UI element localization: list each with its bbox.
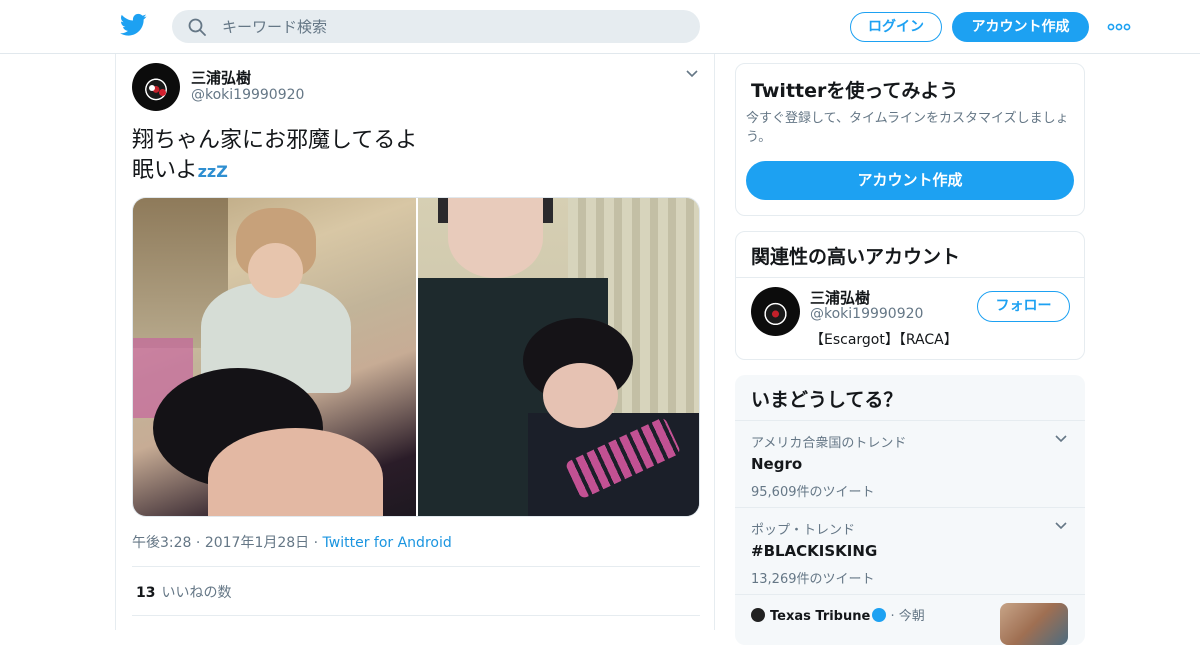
news-source-icon [751,608,765,622]
news-time: 今朝 [898,609,925,624]
separator-dot: · [195,535,205,551]
face-shape [448,198,543,278]
create-account-button[interactable]: アカウント作成 [746,161,1074,200]
signup-card: Twitterを使ってみよう 今すぐ登録して、タイムラインをカスタマイズしましょ… [735,63,1085,216]
chevron-down-icon[interactable] [1055,522,1067,530]
tweet-source-link[interactable]: Twitter for Android [323,535,452,551]
zzz-emoji: zzZ [197,162,228,181]
related-account-name[interactable]: 三浦弘樹 [810,287,870,308]
related-account-bio: 【Escargot】【RACA】 [810,332,958,348]
divider [735,420,1085,421]
search-input[interactable] [222,10,682,43]
trend-item[interactable]: アメリカ合衆国のトレンド Negro 95,609件のツイート [751,432,1071,500]
trend-name[interactable]: Negro [751,455,1071,473]
news-thumbnail[interactable] [1000,603,1068,645]
search-bar[interactable] [172,10,700,43]
avatar[interactable] [132,63,180,111]
author-name[interactable]: 三浦弘樹 [191,67,251,88]
related-accounts-card: 関連性の高いアカウント 三浦弘樹 @koki19990920 【Escargot… [735,231,1085,360]
related-account-handle[interactable]: @koki19990920 [810,306,923,322]
face-shape [208,428,383,516]
tweet-text-line: 眠いよzzZ [132,156,417,187]
trends-title: いまどうしてる？ [751,389,903,411]
tweet-text-line: 翔ちゃん家にお邪魔してるよ [132,128,418,153]
tweet-time[interactable]: 午後3:28 [132,535,191,551]
separator-dot: · [313,535,323,551]
tweet-text-segment: 眠いよ [132,158,198,183]
top-bar: ログイン アカウント作成 [0,0,1200,54]
photo-right[interactable] [418,198,699,516]
divider [736,277,1084,278]
twitter-logo-icon[interactable] [120,13,147,37]
trend-item[interactable]: ポップ・トレンド #BLACKISKING 13,269件のツイート [751,519,1071,587]
divider [132,566,700,567]
photo-left[interactable] [133,198,416,516]
author-handle[interactable]: @koki19990920 [191,87,304,103]
likes-stat[interactable]: 13 いいねの数 [136,582,231,602]
tweet-date[interactable]: 2017年1月28日 [205,535,309,551]
like-label: いいねの数 [161,585,232,601]
trend-count: 95,609件のツイート [751,485,875,500]
divider [132,615,700,616]
tweet-media[interactable] [132,197,700,517]
divider [735,594,1085,595]
avatar-detail [149,85,155,91]
more-options-icon[interactable] [1107,18,1131,36]
trend-name[interactable]: #BLACKISKING [751,542,1071,560]
trends-panel: いまどうしてる？ アメリカ合衆国のトレンド Negro 95,609件のツイート… [735,375,1085,645]
signup-card-description: 今すぐ登録して、タイムラインをカスタマイズしましょう。 [746,111,1069,145]
trend-context: ポップ・トレンド [751,523,856,538]
tweet-metadata: 午後3:28 · 2017年1月28日 · Twitter for Androi… [132,532,452,552]
chevron-down-icon[interactable] [686,70,698,78]
news-item[interactable]: Texas Tribune · 今朝 [751,605,925,624]
trend-count: 13,269件のツイート [751,572,875,587]
divider [735,507,1085,508]
avatar[interactable] [751,287,800,336]
search-icon [188,18,206,36]
signup-card-title: Twitterを使ってみよう [751,80,959,102]
avatar-detail [159,89,166,96]
follow-button[interactable]: フォロー [977,291,1070,322]
face-shape [543,363,618,428]
signup-button[interactable]: アカウント作成 [952,12,1089,42]
tweet-detail: 三浦弘樹 @koki19990920 翔ちゃん家にお邪魔してるよ 眠いよzzZ [115,54,715,630]
tweet-text: 翔ちゃん家にお邪魔してるよ 眠いよzzZ [132,126,417,187]
verified-badge-icon [872,608,887,622]
trend-context: アメリカ合衆国のトレンド [751,436,907,451]
news-source: Texas Tribune [770,609,871,624]
like-count: 13 [136,585,156,601]
related-accounts-title: 関連性の高いアカウント [751,246,961,268]
face-shape [248,243,303,298]
separator-dot: · [890,609,899,624]
chevron-down-icon[interactable] [1055,435,1067,443]
login-button[interactable]: ログイン [850,12,942,42]
